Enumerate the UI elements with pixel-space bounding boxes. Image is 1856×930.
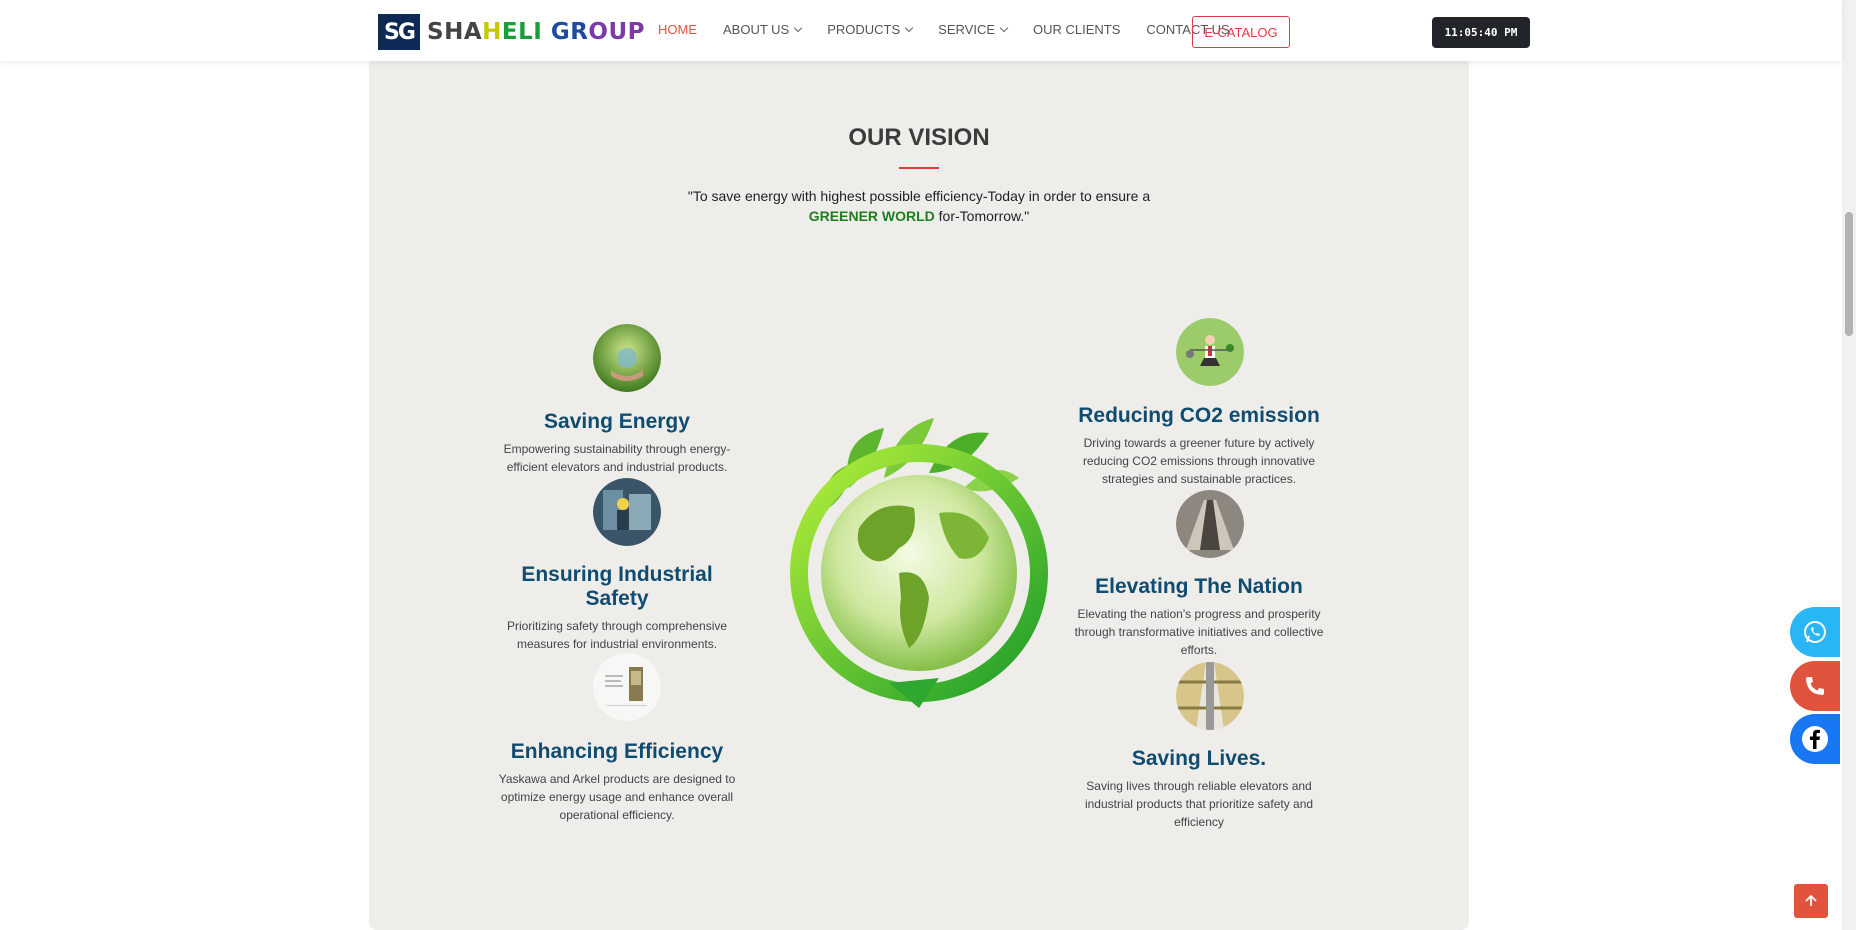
logo[interactable]: SG SHAHELI GROUP (378, 14, 645, 50)
phone-icon (1806, 677, 1824, 695)
logo-text: SHAHELI GROUP (427, 19, 645, 45)
feature-desc: Prioritizing safety through comprehensiv… (506, 619, 728, 651)
page-scrollbar[interactable] (1842, 0, 1856, 930)
whatsapp-button[interactable] (1790, 607, 1840, 657)
nav-about-us[interactable]: ABOUT US (723, 22, 803, 37)
feature-saving-energy: Saving Energy Empowering sustainability … (487, 410, 747, 476)
green-globe-image (789, 398, 1059, 718)
nav-service[interactable]: SERVICE (938, 22, 1009, 37)
chevron-down-icon (793, 23, 803, 33)
arrow-up-icon (1805, 894, 1817, 906)
chevron-down-icon (999, 23, 1009, 33)
phone-button[interactable] (1790, 661, 1840, 711)
clock-display: 11:05:40 PM (1432, 17, 1530, 48)
feature-desc: Yaskawa and Arkel products are designed … (498, 772, 736, 822)
feature-title: Saving Energy (544, 410, 690, 433)
escalator-icon (1176, 490, 1244, 558)
feature-title: Elevating The Nation (1095, 575, 1303, 598)
feature-industrial-safety: Ensuring Industrial Safety Prioritizing … (487, 563, 747, 653)
inverter-device-icon (593, 653, 661, 721)
hands-plant-icon (593, 324, 661, 392)
feature-enhancing-efficiency: Enhancing Efficiency Yaskawa and Arkel p… (487, 740, 747, 824)
facebook-icon (1802, 726, 1828, 752)
nav-home[interactable]: HOME (658, 22, 697, 37)
factory-worker-icon (593, 478, 661, 546)
e-catalog-button[interactable]: E-CATALOG (1192, 16, 1290, 48)
title-underline (899, 167, 939, 169)
scroll-to-top-button[interactable] (1794, 884, 1828, 918)
whatsapp-icon (1804, 621, 1826, 643)
feature-title: Ensuring Industrial Safety (521, 563, 713, 610)
feature-saving-lives: Saving Lives. Saving lives through relia… (1069, 747, 1329, 831)
greener-world-highlight: GREENER WORLD (808, 208, 935, 224)
feature-desc: Saving lives through reliable elevators … (1084, 779, 1314, 829)
vision-section: OUR VISION "To save energy with highest … (369, 58, 1469, 930)
elevator-shaft-icon (1176, 662, 1244, 730)
top-navbar: SG SHAHELI GROUP HOME ABOUT US PRODUCTS … (0, 0, 1842, 61)
feature-desc: Elevating the nation's progress and pros… (1074, 607, 1324, 657)
feature-desc: Driving towards a greener future by acti… (1082, 436, 1316, 486)
feature-title: Reducing CO2 emission (1078, 404, 1320, 427)
feature-desc: Empowering sustainability through energy… (503, 442, 731, 474)
nav-products[interactable]: PRODUCTS (827, 22, 914, 37)
scrollbar-thumb[interactable] (1845, 212, 1853, 336)
feature-title: Enhancing Efficiency (510, 740, 724, 763)
logo-mark: SG (378, 14, 420, 50)
vision-quote: "To save energy with highest possible ef… (687, 188, 1151, 224)
nav-our-clients[interactable]: OUR CLIENTS (1033, 22, 1120, 37)
feature-elevating-nation: Elevating The Nation Elevating the natio… (1069, 575, 1329, 659)
businessman-balance-icon (1176, 318, 1244, 386)
chevron-down-icon (904, 23, 914, 33)
section-title: OUR VISION (848, 124, 990, 151)
main-nav: HOME ABOUT US PRODUCTS SERVICE OUR CLIEN… (658, 22, 1256, 37)
feature-reducing-co2: Reducing CO2 emission Driving towards a … (1069, 404, 1329, 488)
facebook-button[interactable] (1790, 714, 1840, 764)
feature-title: Saving Lives. (1131, 747, 1267, 770)
